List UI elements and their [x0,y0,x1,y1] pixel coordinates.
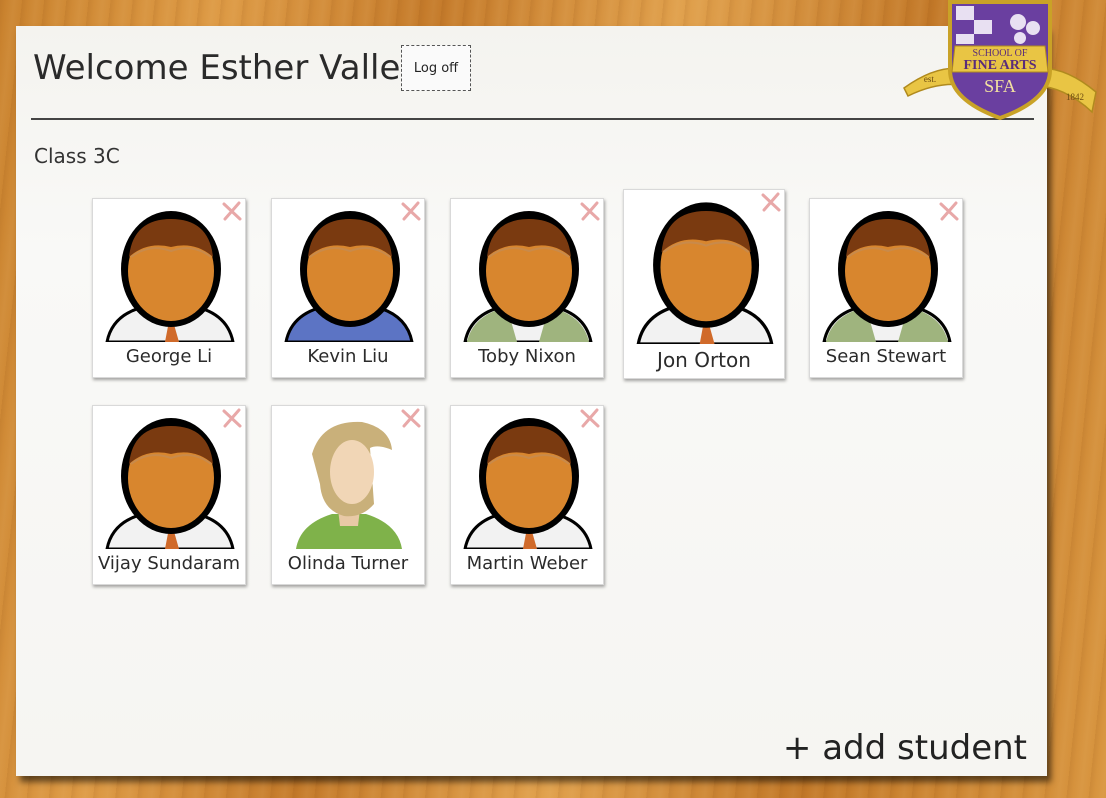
student-name: Martin Weber [466,553,588,574]
logo-initials: SFA [984,76,1016,96]
remove-student-icon[interactable] [400,407,422,429]
student-card[interactable]: George Li [92,198,246,378]
remove-student-icon[interactable] [221,200,243,222]
student-name: Toby Nixon [478,346,576,367]
male-tie-avatar [634,198,776,344]
logo-line2: FINE ARTS [963,58,1036,73]
male-tie-avatar [103,414,237,549]
logo-year: 1842 [1066,92,1084,102]
remove-student-icon[interactable] [579,407,601,429]
student-card[interactable]: Martin Weber [450,405,604,585]
male-vest-avatar [461,207,595,342]
school-logo: SCHOOL OF FINE ARTS SFA est. 1842 [903,0,1097,121]
student-name: Sean Stewart [825,346,947,367]
remove-student-icon[interactable] [760,191,782,213]
remove-student-icon[interactable] [221,407,243,429]
page-title: Welcome Esther Valle! [33,48,415,88]
student-card[interactable]: Toby Nixon [450,198,604,378]
male-sweater-avatar [282,207,416,342]
student-card[interactable]: Olinda Turner [271,405,425,585]
male-tie-avatar [103,207,237,342]
paper-panel: Welcome Esther Valle! Log off Class 3C G… [16,26,1047,776]
class-name: Class 3C [34,144,120,168]
logoff-button[interactable]: Log off [401,45,471,91]
male-tie-avatar [461,414,595,549]
student-card[interactable]: Vijay Sundaram [92,405,246,585]
student-name: Vijay Sundaram [98,553,240,574]
add-student-button[interactable]: + add student [783,728,1027,768]
student-name: Olinda Turner [287,553,409,574]
student-name: Jon Orton [657,348,751,372]
male-vest-avatar [820,207,954,342]
student-name: George Li [125,346,213,367]
remove-student-icon[interactable] [938,200,960,222]
female-avatar [282,414,416,549]
student-name: Kevin Liu [307,346,389,367]
header-divider [31,118,1034,120]
student-card[interactable]: Kevin Liu [271,198,425,378]
remove-student-icon[interactable] [579,200,601,222]
remove-student-icon[interactable] [400,200,422,222]
logo-est: est. [924,74,936,84]
student-card[interactable]: Sean Stewart [809,198,963,378]
student-card[interactable]: Jon Orton [623,189,785,379]
